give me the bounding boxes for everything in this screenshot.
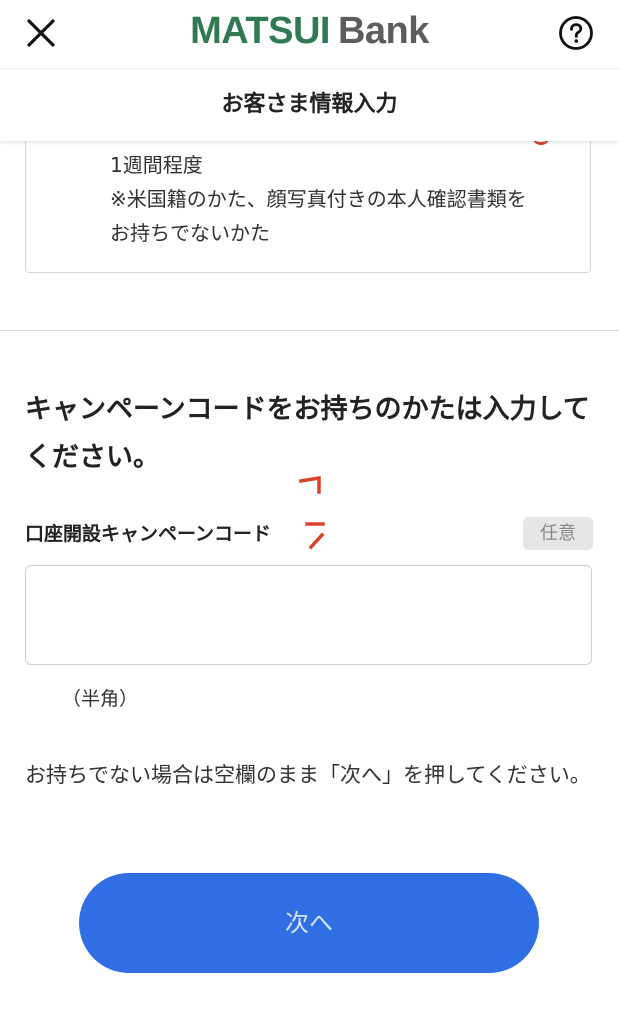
info-line: お持ちでないかた bbox=[110, 221, 270, 245]
marker-decoration bbox=[298, 476, 321, 494]
marker-decoration bbox=[305, 522, 325, 550]
question-circle-icon bbox=[559, 16, 593, 50]
optional-badge: 任意 bbox=[523, 517, 593, 550]
app-header: MATSUI Bank bbox=[0, 0, 619, 68]
section-divider bbox=[0, 330, 619, 331]
campaign-code-label: 口座開設キャンペーンコード bbox=[25, 523, 272, 545]
info-text: 1週間程度 ※米国籍のかた、顔写真付きの本人確認書類を お持ちでないかた bbox=[110, 148, 527, 250]
help-button[interactable] bbox=[555, 12, 597, 54]
instruction-note: お持ちでない場合は空欄のまま「次へ」を押してください。 bbox=[25, 763, 591, 787]
input-hint: （半角） bbox=[62, 688, 139, 710]
info-line: ※米国籍のかた、顔写真付きの本人確認書類を bbox=[110, 187, 527, 211]
brand-primary: MATSUI bbox=[190, 10, 330, 52]
campaign-heading: キャンペーンコードをお持ちのかたは入力してください。 bbox=[25, 394, 590, 473]
brand-secondary: Bank bbox=[337, 10, 429, 52]
brand-logo: MATSUI Bank bbox=[0, 6, 619, 56]
page-title: お客さま情報入力 bbox=[0, 68, 619, 141]
next-button[interactable]: 次へ bbox=[79, 873, 539, 973]
info-line: 1週間程度 bbox=[110, 153, 203, 177]
campaign-code-input[interactable] bbox=[25, 565, 592, 665]
